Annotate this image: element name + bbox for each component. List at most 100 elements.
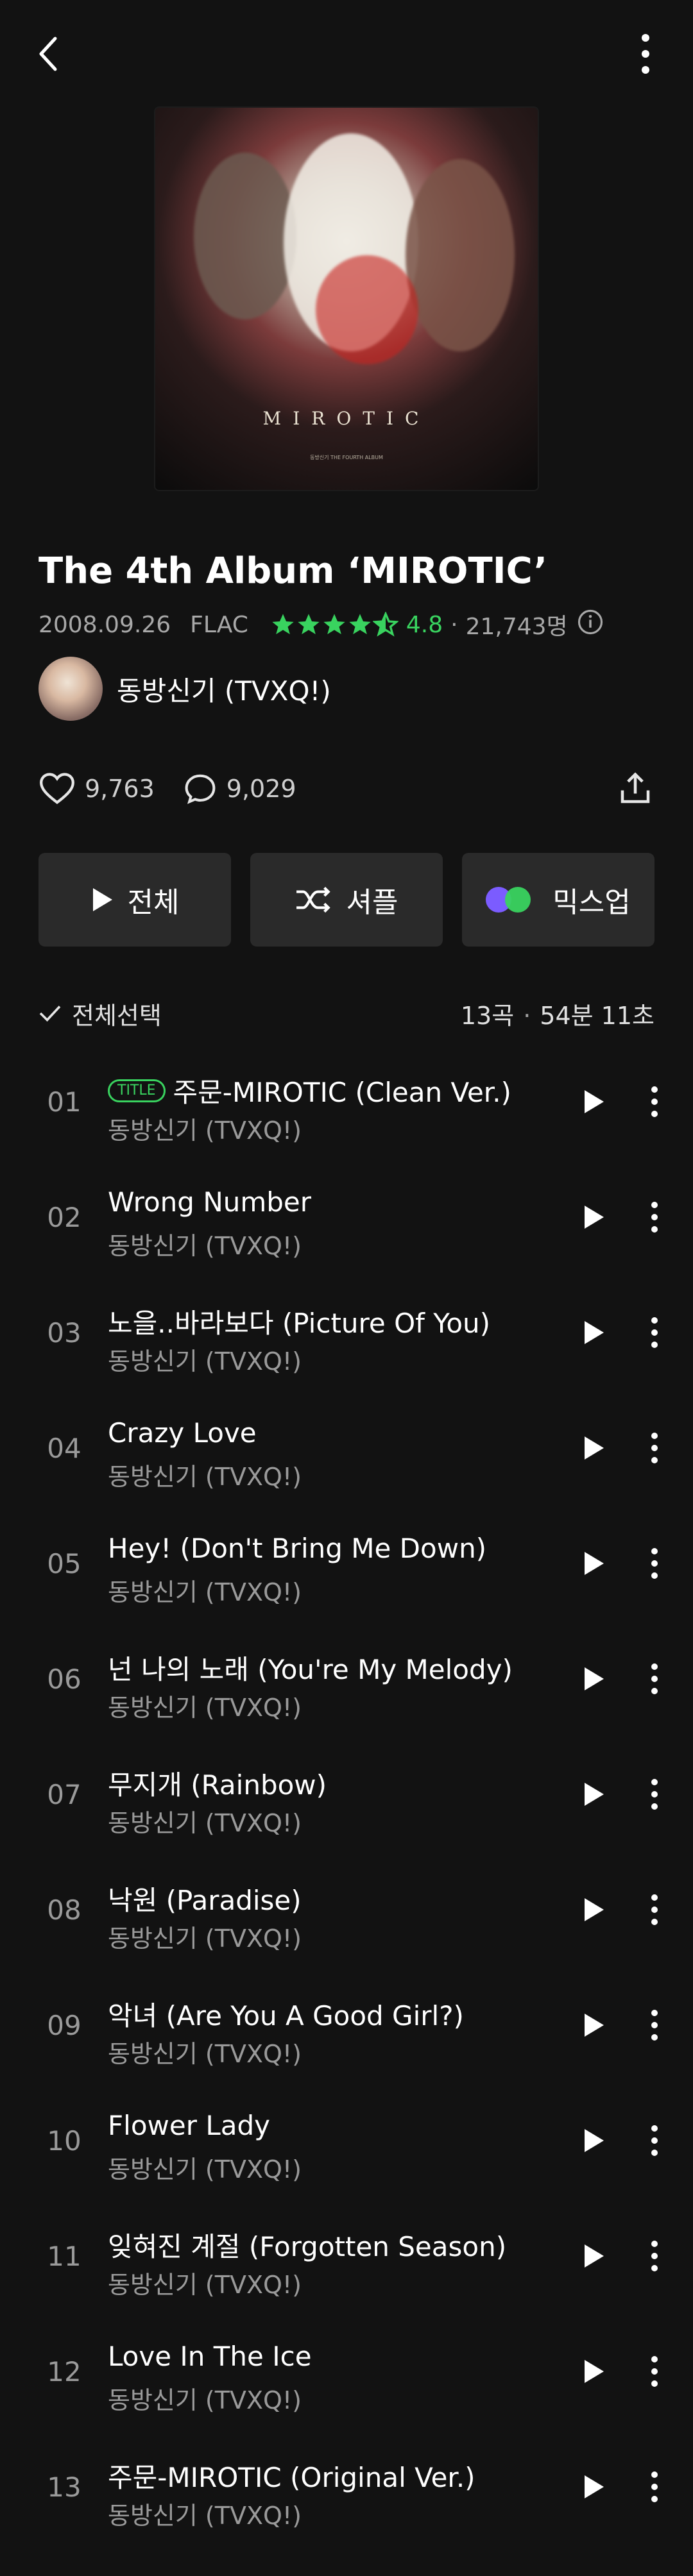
track-title-line: Hey! (Don't Bring Me Down) bbox=[108, 1533, 486, 1564]
like-button[interactable]: 9,763 bbox=[38, 772, 155, 805]
track-artist[interactable]: 동방신기 (TVXQ!) bbox=[108, 1226, 302, 1261]
comment-button[interactable]: 9,029 bbox=[183, 771, 296, 806]
track-row[interactable]: 09 악녀 (Are You A Good Girl?) 동방신기 (TVXQ!) bbox=[0, 1975, 693, 2091]
track-play-button[interactable] bbox=[574, 1082, 613, 1121]
rating-value: 4.8 bbox=[406, 611, 443, 638]
track-play-button[interactable] bbox=[574, 1660, 613, 1698]
heart-icon bbox=[40, 773, 74, 804]
track-row[interactable]: 03 노을..바라보다 (Picture Of You) 동방신기 (TVXQ!) bbox=[0, 1283, 693, 1398]
track-row[interactable]: 04 Crazy Love 동방신기 (TVXQ!) bbox=[0, 1398, 693, 1513]
track-more-button[interactable] bbox=[642, 2351, 667, 2392]
track-number: 06 bbox=[47, 1663, 81, 1695]
track-row[interactable]: 13 주문-MIROTIC (Original Ver.) 동방신기 (TVXQ!) bbox=[0, 2437, 693, 2552]
track-row[interactable]: 02 Wrong Number 동방신기 (TVXQ!) bbox=[0, 1167, 693, 1283]
track-more-button[interactable] bbox=[642, 2235, 667, 2277]
track-more-button[interactable] bbox=[642, 1312, 667, 1353]
track-more-button[interactable] bbox=[642, 1658, 667, 1699]
track-title-line: 낙원 (Paradise) bbox=[108, 1879, 302, 1918]
star-half-icon bbox=[372, 612, 398, 637]
play-icon bbox=[585, 2129, 604, 2152]
track-title: 무지개 (Rainbow) bbox=[108, 1769, 327, 1801]
track-more-button[interactable] bbox=[642, 1427, 667, 1469]
play-icon bbox=[585, 1321, 604, 1344]
track-play-button[interactable] bbox=[574, 2237, 613, 2275]
info-icon[interactable] bbox=[577, 609, 604, 641]
track-row[interactable]: 07 무지개 (Rainbow) 동방신기 (TVXQ!) bbox=[0, 1744, 693, 1860]
track-title: Crazy Love bbox=[108, 1417, 257, 1449]
play-icon bbox=[585, 2475, 604, 2498]
total-duration: 54분 11초 bbox=[540, 1001, 654, 1030]
track-row[interactable]: 05 Hey! (Don't Bring Me Down) 동방신기 (TVXQ!) bbox=[0, 1513, 693, 1629]
track-artist[interactable]: 동방신기 (TVXQ!) bbox=[108, 1919, 302, 1954]
list-header: 전체선택 13곡 · 54분 11초 bbox=[38, 993, 654, 1034]
more-options-button[interactable] bbox=[622, 26, 669, 82]
track-play-button[interactable] bbox=[574, 2006, 613, 2044]
play-icon bbox=[585, 1090, 604, 1113]
release-date: 2008.09.26 bbox=[38, 611, 171, 638]
more-vertical-icon bbox=[651, 1086, 658, 1117]
track-artist[interactable]: 동방신기 (TVXQ!) bbox=[108, 1111, 302, 1146]
shuffle-label: 셔플 bbox=[346, 886, 398, 919]
track-more-button[interactable] bbox=[642, 1774, 667, 1815]
track-play-button[interactable] bbox=[574, 1544, 613, 1583]
track-title: 넌 나의 노래 (You're My Melody) bbox=[108, 1654, 513, 1685]
track-more-button[interactable] bbox=[642, 2120, 667, 2161]
track-number: 07 bbox=[47, 1779, 81, 1810]
more-vertical-icon bbox=[651, 1548, 658, 1579]
track-row[interactable]: 01 TITLE 주문-MIROTIC (Clean Ver.) 동방신기 (TVXQ… bbox=[0, 1052, 693, 1167]
select-all-button[interactable]: 전체선택 bbox=[38, 996, 162, 1031]
track-artist[interactable]: 동방신기 (TVXQ!) bbox=[108, 2496, 302, 2531]
track-artist[interactable]: 동방신기 (TVXQ!) bbox=[108, 1803, 302, 1839]
track-title: Love In The Ice bbox=[108, 2341, 312, 2372]
track-artist[interactable]: 동방신기 (TVXQ!) bbox=[108, 2150, 302, 2185]
track-play-button[interactable] bbox=[574, 1890, 613, 1929]
track-more-button[interactable] bbox=[642, 2005, 667, 2046]
mixup-button[interactable]: 믹스업 bbox=[462, 853, 654, 947]
track-title-line: 악녀 (Are You A Good Girl?) bbox=[108, 1994, 464, 2033]
track-row[interactable]: 08 낙원 (Paradise) 동방신기 (TVXQ!) bbox=[0, 1860, 693, 1975]
track-more-button[interactable] bbox=[642, 1197, 667, 1238]
more-vertical-icon bbox=[651, 2241, 658, 2271]
top-bar bbox=[0, 0, 693, 103]
track-play-button[interactable] bbox=[574, 1313, 613, 1352]
track-number: 13 bbox=[47, 2471, 81, 2503]
back-button[interactable] bbox=[26, 26, 72, 82]
track-title-line: 주문-MIROTIC (Original Ver.) bbox=[108, 2456, 475, 2495]
more-vertical-icon bbox=[651, 1433, 658, 1463]
comment-icon bbox=[185, 774, 216, 804]
track-play-button[interactable] bbox=[574, 2121, 613, 2160]
track-artist[interactable]: 동방신기 (TVXQ!) bbox=[108, 1688, 302, 1723]
share-button[interactable] bbox=[610, 763, 661, 814]
album-meta: 2008.09.26 FLAC 4.8 · 21,743명 bbox=[38, 608, 604, 641]
track-more-button[interactable] bbox=[642, 1081, 667, 1122]
more-vertical-icon bbox=[651, 1894, 658, 1925]
play-all-label: 전체 bbox=[127, 886, 180, 919]
shuffle-button[interactable]: 셔플 bbox=[250, 853, 443, 947]
track-artist[interactable]: 동방신기 (TVXQ!) bbox=[108, 2034, 302, 2069]
track-artist[interactable]: 동방신기 (TVXQ!) bbox=[108, 1342, 302, 1377]
mixup-label: 믹스업 bbox=[552, 886, 631, 919]
track-row[interactable]: 12 Love In The Ice 동방신기 (TVXQ!) bbox=[0, 2321, 693, 2437]
star-icon bbox=[349, 614, 371, 634]
track-play-button[interactable] bbox=[574, 2468, 613, 2506]
play-all-button[interactable]: 전체 bbox=[38, 853, 231, 947]
track-row[interactable]: 10 Flower Lady 동방신기 (TVXQ!) bbox=[0, 2091, 693, 2206]
more-vertical-icon bbox=[651, 1779, 658, 1810]
track-more-button[interactable] bbox=[642, 1543, 667, 1584]
artist-row[interactable]: 동방신기 (TVXQ!) bbox=[38, 657, 331, 721]
track-play-button[interactable] bbox=[574, 1429, 613, 1467]
track-play-button[interactable] bbox=[574, 2352, 613, 2391]
track-artist[interactable]: 동방신기 (TVXQ!) bbox=[108, 1572, 302, 1608]
track-artist[interactable]: 동방신기 (TVXQ!) bbox=[108, 2265, 302, 2300]
track-play-button[interactable] bbox=[574, 1198, 613, 1236]
track-more-button[interactable] bbox=[642, 2466, 667, 2507]
track-artist[interactable]: 동방신기 (TVXQ!) bbox=[108, 2380, 302, 2416]
track-play-button[interactable] bbox=[574, 1775, 613, 1814]
track-number: 03 bbox=[47, 1317, 81, 1349]
track-artist[interactable]: 동방신기 (TVXQ!) bbox=[108, 1457, 302, 1492]
track-row[interactable]: 11 잊혀진 계절 (Forgotten Season) 동방신기 (TVXQ!) bbox=[0, 2206, 693, 2321]
track-more-button[interactable] bbox=[642, 1889, 667, 1930]
track-row[interactable]: 06 넌 나의 노래 (You're My Melody) 동방신기 (TVXQ!) bbox=[0, 1629, 693, 1744]
album-cover: MIROTIC 동방신기 THE FOURTH ALBUM bbox=[155, 108, 538, 490]
more-vertical-icon bbox=[651, 2356, 658, 2387]
